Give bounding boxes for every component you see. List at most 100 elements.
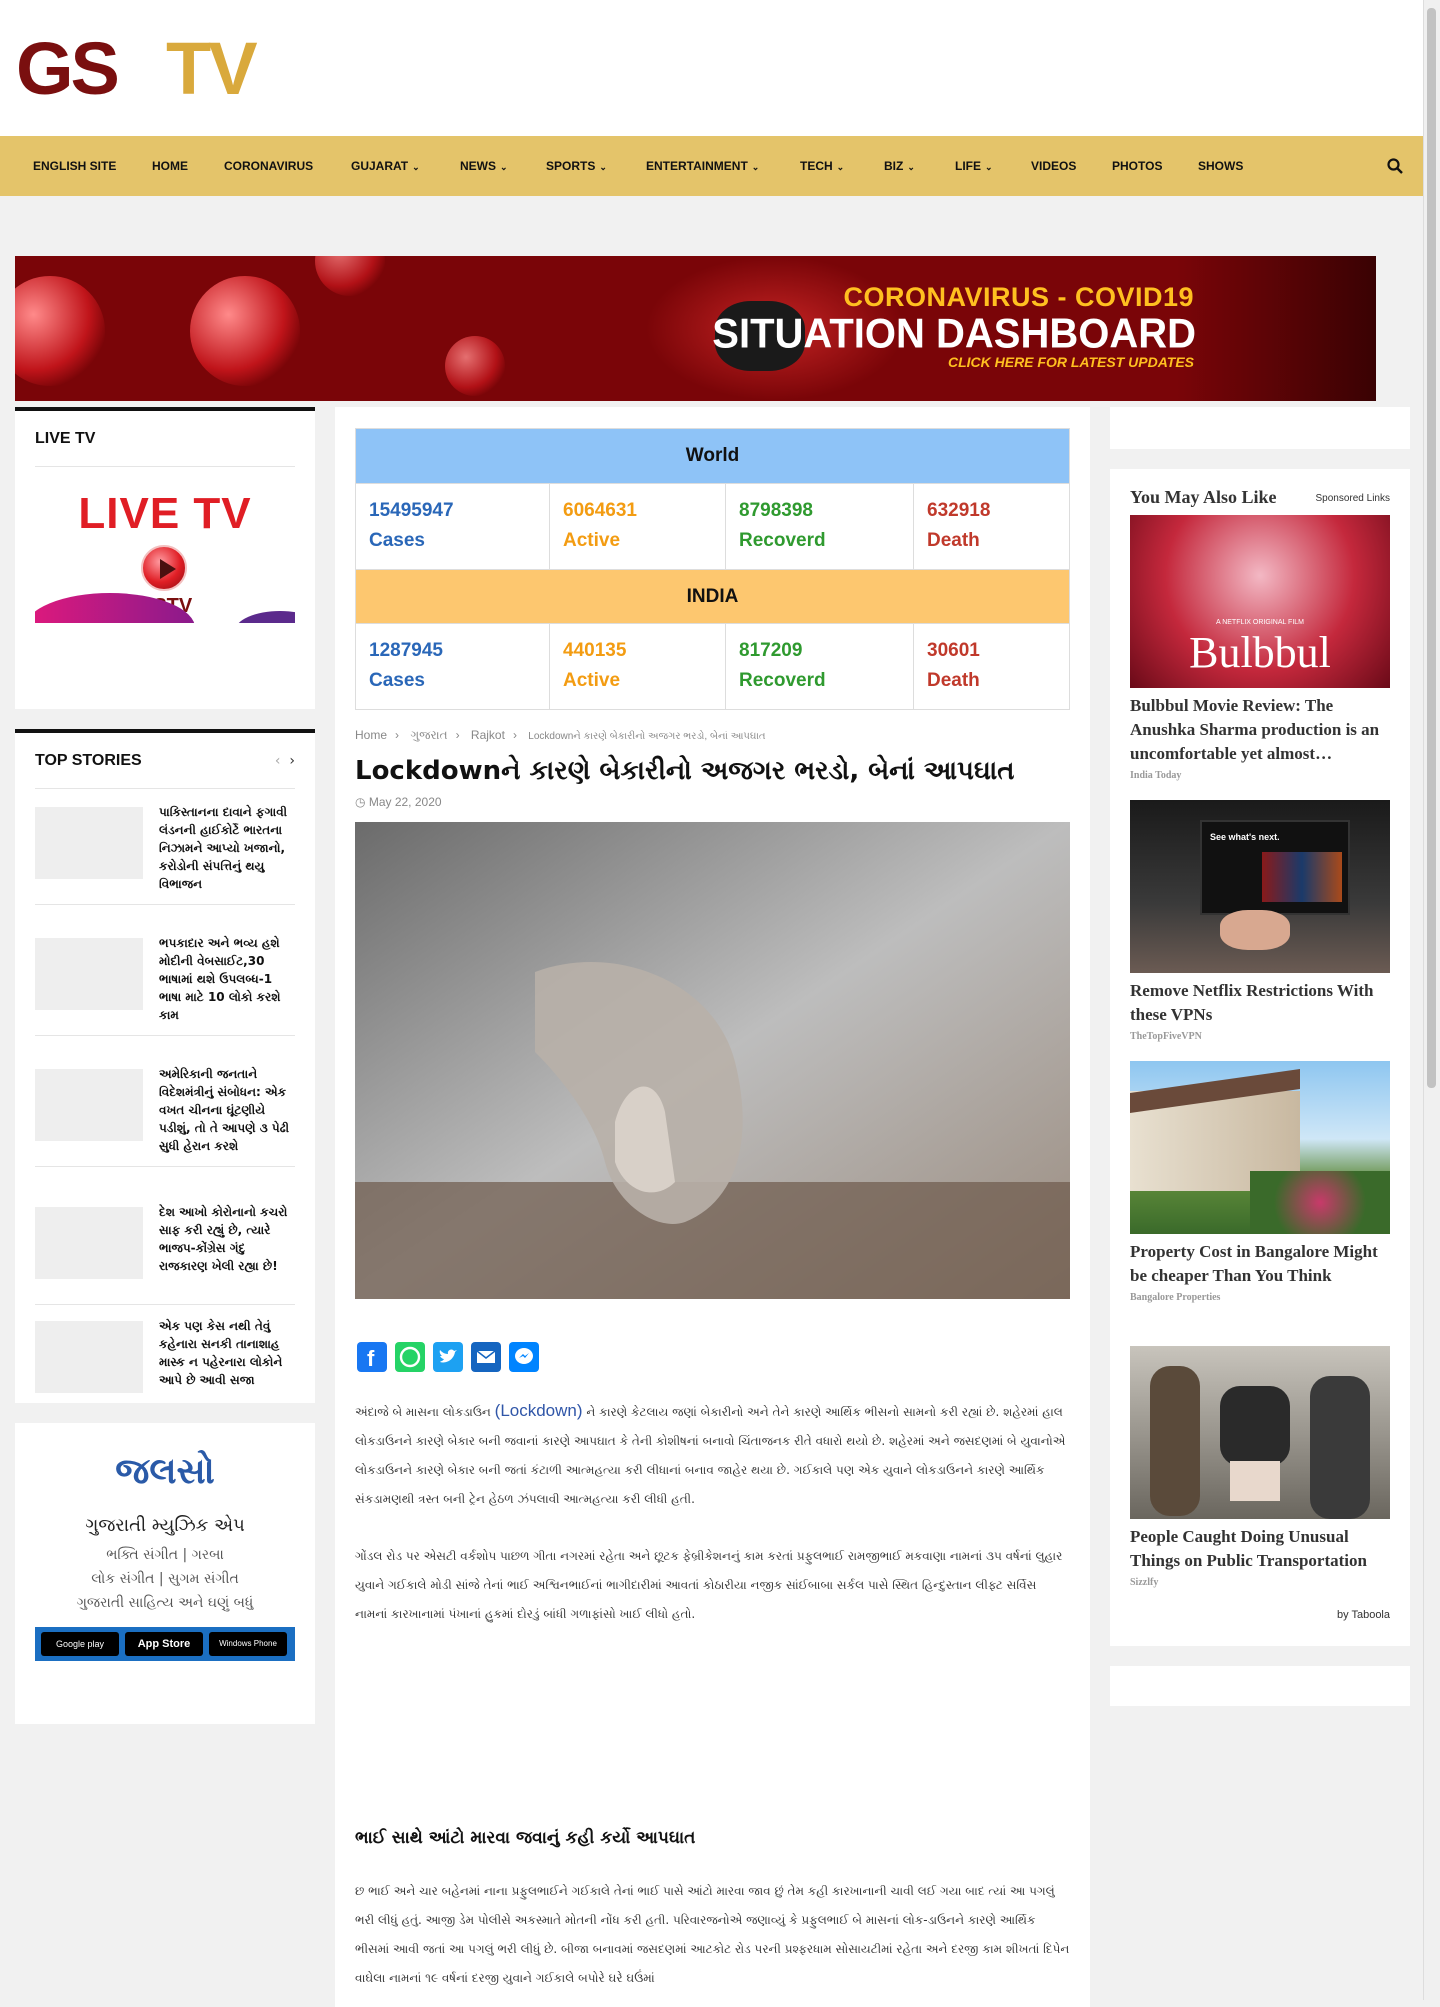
nav-item-news[interactable]: NEWS ⌄ [460,136,508,196]
taboola-item[interactable]: A NETFLIX ORIGINAL FILM Bulbbul Bulbbul … [1130,515,1390,781]
ad-slot [1110,1666,1410,1706]
banner-cta[interactable]: CLICK HERE FOR LATEST UPDATES [948,354,1194,370]
music-app-widget[interactable]: જલસો ગુજરાતી મ્યુઝિક એપ ભક્તિ સંગીત | ગર… [15,1423,315,1724]
twitter-icon[interactable] [433,1342,463,1372]
scrollbar-thumb[interactable] [1427,8,1436,1088]
nav-item-sports[interactable]: SPORTS ⌄ [546,136,607,196]
live-tv-image[interactable]: LIVE TV GSTV [35,483,295,623]
list-item[interactable]: એક પણ કેસ નથી તેવું કહેનારા સનકી તાનાશાહ… [35,1311,295,1419]
music-app-line: લોક સંગીત | સુગમ સંગીત [91,1571,239,1587]
list-item[interactable]: ભપકાદાર અને ભવ્ય હશે મોદીની વેબસાઈટ,30 ભ… [35,928,295,1036]
india-stats-row: 1287945 Cases 440135 Active 817209 Recoverd… [356,623,1069,710]
windows-phone-badge[interactable]: Windows Phone [209,1632,287,1656]
virus-graphic [445,336,505,396]
nav-item-gujarat[interactable]: GUJARAT ⌄ [351,136,420,196]
houses-image[interactable] [1130,1061,1390,1234]
story-thumbnail[interactable] [35,807,143,879]
person-graphic [1150,1366,1200,1516]
story-title[interactable]: દેશ આખો કોરોનાનો કચરો સાફ કરી રહ્યું છે,… [159,1203,295,1275]
nav-item-photos[interactable]: PHOTOS [1112,136,1162,196]
story-thumbnail[interactable] [35,1207,143,1279]
chevron-right-icon: › [512,728,517,742]
taboola-item[interactable]: See what's next. Remove Netflix Restrict… [1130,800,1390,1042]
covid-stats-table: World 15495947 Cases 6064631 Active 879839… [355,428,1070,710]
world-death-cell: 632918 Death [927,500,991,551]
list-item[interactable]: દેશ આખો કોરોનાનો કચરો સાફ કરી રહ્યું છે,… [35,1197,295,1305]
lockdown-link[interactable]: (Lockdown) [495,1401,583,1420]
covid-dashboard-banner[interactable]: CORONAVIRUS - COVID19 SITUATION DASHBOAR… [15,256,1376,401]
article-title: Lockdownને કારણે બેકારીનો અજગર ભરડો, બેન… [355,756,1015,786]
email-icon[interactable] [471,1342,501,1372]
person-graphic [1220,1386,1290,1466]
store-badges: Google play App Store Windows Phone [35,1627,295,1661]
breadcrumb-rajkot[interactable]: Rajkot [471,728,505,742]
list-item[interactable]: પાકિસ્તાનના દાવાને ફગાવી લંડનની હાઈકોર્ટ… [35,797,295,905]
story-title[interactable]: પાકિસ્તાનના દાવાને ફગાવી લંડનની હાઈકોર્ટ… [159,803,295,893]
taboola-footer[interactable]: by Taboola [1337,1609,1390,1621]
taboola-item[interactable]: Property Cost in Bangalore Might be chea… [1130,1061,1390,1303]
banner-heading: CORONAVIRUS - COVID19 [843,282,1194,312]
taboola-source: TheTopFiveVPN [1130,1031,1202,1042]
nav-item-coronavirus[interactable]: CORONAVIRUS [224,136,313,196]
list-item[interactable]: અમેરિકાની જનતાને વિદેશમંત્રીનું સંબોધન: … [35,1059,295,1167]
taboola-title[interactable]: Property Cost in Bangalore Might be chea… [1130,1240,1390,1288]
story-thumbnail[interactable] [35,1321,143,1393]
nav-item-home[interactable]: HOME [152,136,188,196]
taboola-title[interactable]: People Caught Doing Unusual Things on Pu… [1130,1525,1390,1573]
laptop-screen: See what's next. [1200,820,1350,915]
bulbbul-image[interactable]: A NETFLIX ORIGINAL FILM Bulbbul [1130,515,1390,688]
article-paragraph: ગોંડલ રોડ પર એસટી વર્કશોપ પાછળ ગીતા નગરમ… [355,1549,1063,1621]
nav-item-tech[interactable]: TECH ⌄ [800,136,844,196]
world-recovered-cell: 8798398 Recoverd [726,484,914,570]
taboola-source: Bangalore Properties [1130,1292,1221,1303]
netflix-thumbnails [1262,852,1342,902]
breadcrumb-home[interactable]: Home [355,728,387,742]
story-thumbnail[interactable] [35,1069,143,1141]
taboola-title[interactable]: Bulbbul Movie Review: The Anushka Sharma… [1130,694,1390,766]
logo-tv-text: TV [166,34,257,102]
nav-item-english-site[interactable]: ENGLISH SITE [33,136,116,196]
nav-item-biz[interactable]: BIZ ⌄ [884,136,915,196]
clock-icon: ◷ [355,795,366,809]
app-store-badge[interactable]: App Store [125,1632,203,1656]
article-hero-image[interactable] [355,822,1070,1299]
subway-image[interactable] [1130,1346,1390,1519]
top-stories-widget: TOP STORIES ‹ › પાકિસ્તાનના દાવાને ફગાવી… [15,729,315,1403]
article-column: World 15495947 Cases 6064631 Active 879839… [335,407,1090,2007]
site-header: GS TV [0,0,1423,136]
search-icon[interactable] [1387,158,1403,174]
gstv-logo[interactable]: GS TV [16,27,306,110]
taboola-widget: You May Also Like Sponsored Links A NETF… [1110,469,1410,1646]
music-app-line: ગુજરાતી સાહિત્ય અને ઘણું બધું [76,1595,254,1611]
breadcrumb-gujarat[interactable]: ગુજરાત [410,728,447,742]
person-graphic [1310,1376,1370,1519]
carousel-controls: ‹ › [275,753,295,769]
india-recovered-cell: 817209 Recoverd [726,624,914,710]
person-graphic [1230,1461,1280,1501]
chevron-down-icon: ⌄ [985,162,993,172]
nav-item-videos[interactable]: VIDEOS [1031,136,1076,196]
nav-item-shows[interactable]: SHOWS [1198,136,1243,196]
taboola-item[interactable]: People Caught Doing Unusual Things on Pu… [1130,1346,1390,1588]
taboola-source: Sizzlfy [1130,1577,1159,1588]
messenger-icon[interactable] [509,1342,539,1372]
nav-item-life[interactable]: LIFE ⌄ [955,136,993,196]
story-title[interactable]: એક પણ કેસ નથી તેવું કહેનારા સનકી તાનાશાહ… [159,1317,295,1389]
chevron-right-icon: › [455,728,460,742]
sponsored-links[interactable]: Sponsored Links [1316,493,1391,504]
story-title[interactable]: ભપકાદાર અને ભવ્ય હશે મોદીની વેબસાઈટ,30 ભ… [159,934,295,1024]
world-stats-row: 15495947 Cases 6064631 Active 8798398 Recov… [356,483,1069,570]
nav-item-entertainment[interactable]: ENTERTAINMENT ⌄ [646,136,759,196]
taboola-title[interactable]: Remove Netflix Restrictions With these V… [1130,979,1390,1027]
whatsapp-icon[interactable] [395,1342,425,1372]
widget-title: LIVE TV [35,411,295,467]
play-icon[interactable] [141,545,187,591]
virus-graphic [190,276,300,386]
chevron-right-icon[interactable]: › [289,753,295,769]
story-title[interactable]: અમેરિકાની જનતાને વિદેશમંત્રીનું સંબોધન: … [159,1065,295,1155]
laptop-netflix-image[interactable]: See what's next. [1130,800,1390,973]
chevron-left-icon[interactable]: ‹ [275,753,281,769]
story-thumbnail[interactable] [35,938,143,1010]
facebook-icon[interactable]: f [357,1342,387,1372]
google-play-badge[interactable]: Google play [41,1632,119,1656]
